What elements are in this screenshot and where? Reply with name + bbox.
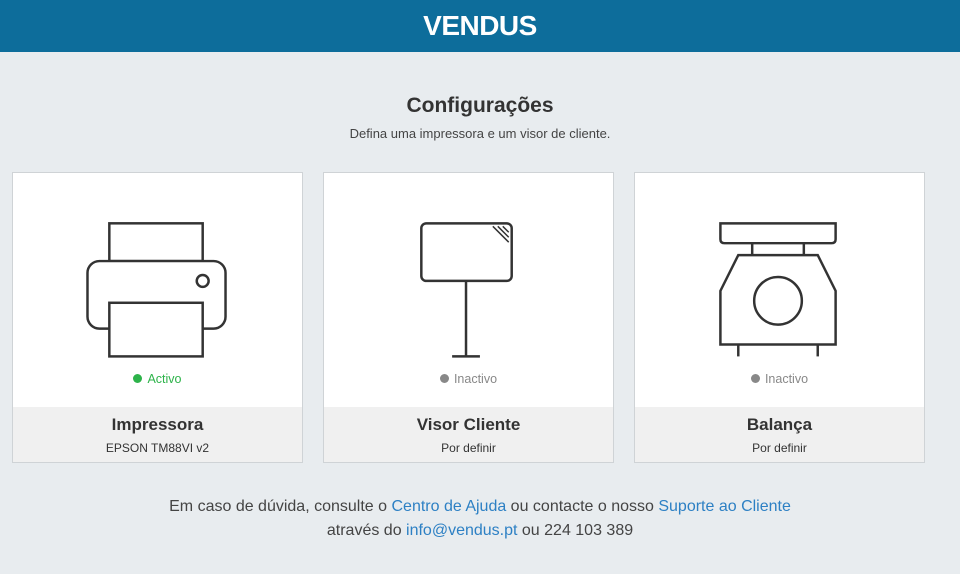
footer-text: através do — [326, 522, 407, 539]
footer-line-2: através do info@vendus.pt ou 224 103 389 — [0, 519, 960, 543]
card-top: Inactivo — [635, 173, 924, 407]
page-subtitle: Defina uma impressora e um visor de clie… — [349, 126, 611, 141]
card-name: Impressora — [111, 414, 204, 434]
help-footer: Em caso de dúvida, consulte o Centro de … — [0, 495, 960, 543]
card-detail: Por definir — [441, 440, 496, 455]
customer-display-icon — [324, 173, 613, 368]
status-dot — [750, 374, 760, 383]
page-title: Configurações — [406, 94, 554, 117]
status-indicator: Inactivo — [324, 372, 613, 386]
card-top: Inactivo — [324, 173, 613, 407]
support-email-link[interactable]: info@vendus.pt — [406, 522, 517, 539]
customer-display-card[interactable]: Inactivo Visor Cliente Por definir — [323, 172, 614, 463]
status-dot — [133, 374, 143, 383]
footer-phone: ou 224 103 389 — [517, 522, 634, 539]
card-top: Activo — [13, 173, 302, 407]
page-header: Configurações Defina uma impressora e um… — [0, 94, 960, 141]
status-dot — [439, 374, 449, 383]
card-detail: EPSON TM88VI v2 — [105, 440, 210, 455]
top-bar: VENDUS — [0, 0, 960, 52]
status-indicator: Inactivo — [635, 372, 924, 386]
footer-text: ou contacte o nosso — [506, 498, 659, 515]
device-cards: Activo Impressora EPSON TM88VI v2 Inacti… — [12, 172, 925, 463]
printer-icon — [13, 173, 302, 368]
card-footer: Visor Cliente Por definir — [324, 407, 613, 462]
card-footer: Impressora EPSON TM88VI v2 — [13, 407, 302, 462]
footer-text: Em caso de dúvida, consulte o — [169, 498, 392, 515]
scale-card[interactable]: Inactivo Balança Por definir — [634, 172, 925, 463]
card-detail: Por definir — [752, 440, 807, 455]
help-center-link[interactable]: Centro de Ajuda — [391, 498, 506, 515]
footer-line-1: Em caso de dúvida, consulte o Centro de … — [0, 495, 960, 519]
card-footer: Balança Por definir — [635, 407, 924, 462]
vendus-logo[interactable]: VENDUS — [423, 10, 537, 42]
status-indicator: Activo — [13, 372, 302, 386]
status-label: Inactivo — [764, 372, 809, 386]
customer-support-link[interactable]: Suporte ao Cliente — [658, 498, 791, 515]
card-name: Balança — [746, 414, 813, 434]
scale-icon — [635, 173, 924, 368]
printer-card[interactable]: Activo Impressora EPSON TM88VI v2 — [12, 172, 303, 463]
status-label: Activo — [147, 372, 182, 386]
card-name: Visor Cliente — [416, 414, 521, 434]
status-label: Inactivo — [453, 372, 498, 386]
